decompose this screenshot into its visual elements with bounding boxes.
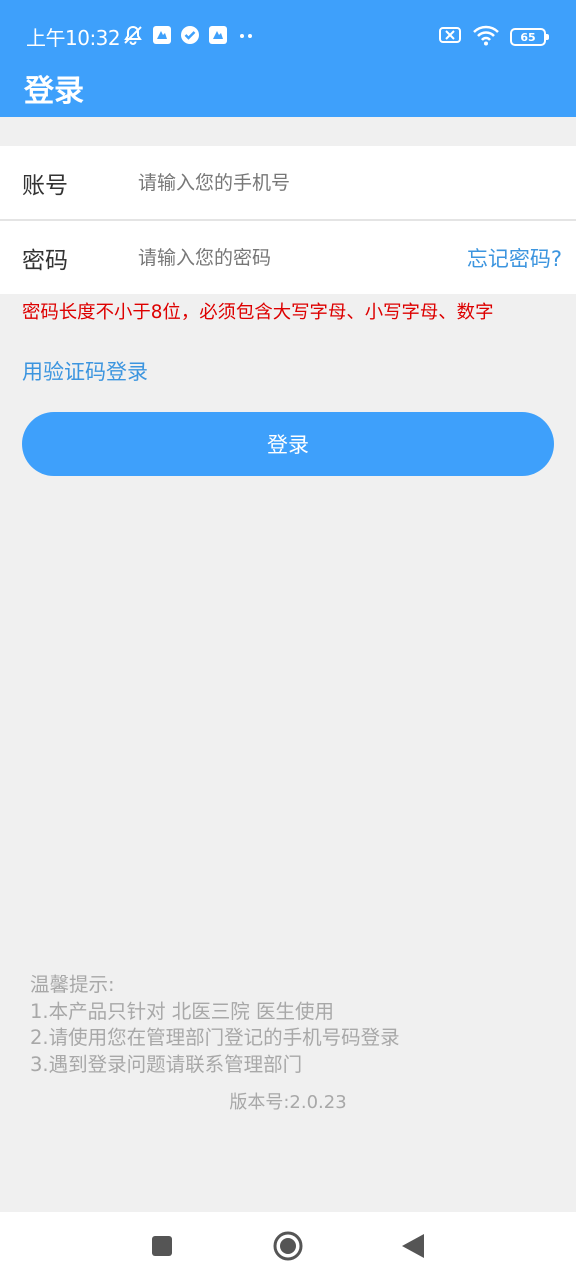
tips-block: 温馨提示: 1.本产品只针对 北医三院 医生使用 2.请使用您在管理部门登记的手… bbox=[30, 972, 400, 1078]
account-label: 账号 bbox=[22, 172, 68, 199]
account-input[interactable] bbox=[138, 162, 438, 203]
password-row: 密码 忘记密码? bbox=[0, 219, 576, 294]
version-number: 2.0.23 bbox=[289, 1092, 347, 1113]
app-notification-icon bbox=[208, 25, 228, 49]
status-left-icons bbox=[122, 24, 256, 50]
recents-icon[interactable] bbox=[150, 1234, 174, 1262]
password-input[interactable] bbox=[138, 237, 438, 278]
version-label: 版本号: bbox=[229, 1092, 290, 1113]
login-form: 账号 密码 忘记密码? bbox=[0, 146, 576, 294]
tips-line: 2.请使用您在管理部门登记的手机号码登录 bbox=[30, 1026, 400, 1049]
account-row: 账号 bbox=[0, 146, 576, 219]
check-icon bbox=[180, 25, 200, 49]
password-rule-hint: 密码长度不小于8位，必须包含大写字母、小写字母、数字 bbox=[22, 302, 494, 323]
battery-icon: 65 bbox=[510, 28, 549, 46]
system-nav-bar bbox=[0, 1212, 576, 1280]
page-title: 登录 bbox=[24, 74, 84, 109]
tips-title: 温馨提示: bbox=[30, 973, 115, 996]
status-time: 上午10:32 bbox=[26, 26, 121, 50]
version-info: 版本号:2.0.23 bbox=[0, 1088, 576, 1114]
wifi-icon bbox=[472, 24, 500, 50]
tips-line: 3.遇到登录问题请联系管理部门 bbox=[30, 1052, 303, 1076]
status-right-icons: 65 bbox=[438, 24, 549, 50]
status-bar: 上午10:32 65 bbox=[0, 0, 576, 68]
tips-line: 1.本产品只针对 北医三院 医生使用 bbox=[30, 999, 335, 1023]
sim-off-icon bbox=[438, 25, 462, 49]
more-dots-icon bbox=[236, 25, 256, 49]
back-icon[interactable] bbox=[400, 1232, 426, 1264]
password-label: 密码 bbox=[22, 247, 68, 274]
home-icon[interactable] bbox=[272, 1230, 304, 1266]
login-button[interactable]: 登录 bbox=[22, 412, 554, 476]
app-header: 上午10:32 65 登录 bbox=[0, 0, 576, 117]
app-notification-icon bbox=[152, 25, 172, 49]
forgot-password-link[interactable]: 忘记密码? bbox=[467, 243, 562, 273]
mute-icon bbox=[122, 24, 144, 50]
battery-level: 65 bbox=[520, 30, 536, 44]
sms-login-link[interactable]: 用验证码登录 bbox=[22, 356, 148, 386]
